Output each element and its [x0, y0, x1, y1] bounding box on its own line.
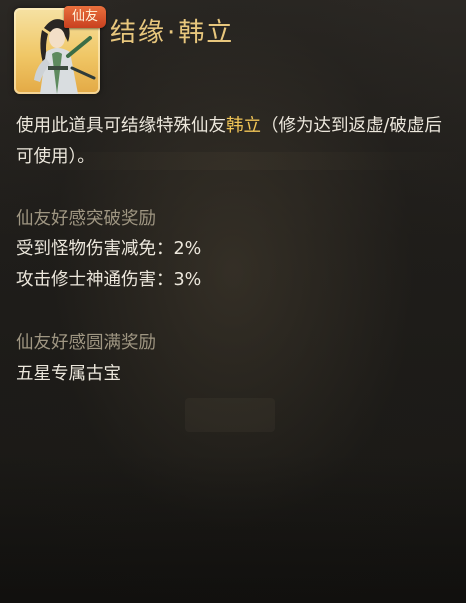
breakthrough-reward-line: 受到怪物伤害减免：2%	[16, 239, 202, 259]
description-text: 使用此道具可结缘特殊仙友	[16, 116, 226, 136]
item-tooltip-panel: 仙友 结缘·韩立 使用此道具可结缘特殊仙友韩立（修为达到返虚/破虚后可使用）。 …	[0, 0, 466, 603]
item-title-separator: ·	[167, 18, 178, 48]
full-reward-heading: 仙友好感圆满奖励	[16, 333, 156, 353]
background-button	[185, 398, 275, 432]
item-category-tag: 仙友	[64, 6, 106, 28]
item-title: 结缘·韩立	[110, 12, 234, 49]
full-reward-line: 五星专属古宝	[16, 364, 121, 384]
item-title-prefix: 结缘	[110, 18, 167, 48]
breakthrough-reward-heading: 仙友好感突破奖励	[16, 209, 156, 229]
background-shadow	[0, 453, 466, 603]
breakthrough-reward-line: 攻击修士神通伤害：3%	[16, 270, 202, 290]
item-title-name: 韩立	[178, 18, 235, 48]
item-description: 使用此道具可结缘特殊仙友韩立（修为达到返虚/破虚后可使用）。	[16, 111, 452, 173]
description-highlight-name: 韩立	[226, 116, 261, 136]
